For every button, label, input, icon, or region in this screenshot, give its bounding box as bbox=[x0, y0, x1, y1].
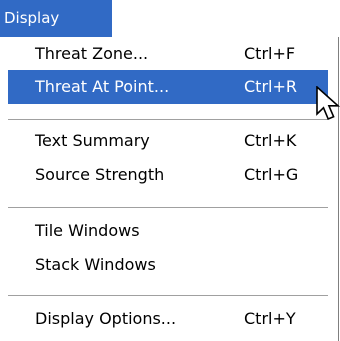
menu-item-shortcut: Ctrl+F bbox=[244, 44, 296, 63]
menu-item-display-options[interactable]: Display Options... Ctrl+Y bbox=[8, 302, 328, 336]
menu-separator bbox=[8, 207, 328, 209]
menu-item-stack-windows[interactable]: Stack Windows bbox=[8, 248, 328, 282]
menu-item-label: Stack Windows bbox=[35, 255, 156, 274]
menu-separator bbox=[8, 119, 328, 121]
menu-item-label: Threat Zone... bbox=[35, 44, 149, 63]
menu-display[interactable]: Display bbox=[0, 0, 112, 37]
menu-item-label: Tile Windows bbox=[35, 221, 140, 240]
menu-item-threat-at-point[interactable]: Threat At Point... Ctrl+R bbox=[8, 70, 328, 104]
menu-item-text-summary[interactable]: Text Summary Ctrl+K bbox=[8, 124, 328, 158]
menu-item-threat-zone[interactable]: Threat Zone... Ctrl+F bbox=[8, 37, 328, 71]
menu-item-shortcut: Ctrl+Y bbox=[244, 309, 296, 328]
menu-item-tile-windows[interactable]: Tile Windows bbox=[8, 214, 328, 248]
menu-item-label: Display Options... bbox=[35, 309, 177, 328]
menu-item-label: Source Strength bbox=[35, 165, 165, 184]
menu-item-shortcut: Ctrl+K bbox=[244, 131, 297, 150]
menu-item-shortcut: Ctrl+G bbox=[244, 165, 299, 184]
menu-item-source-strength[interactable]: Source Strength Ctrl+G bbox=[8, 158, 328, 192]
menu-item-shortcut: Ctrl+R bbox=[244, 77, 297, 96]
display-dropdown-menu: Threat Zone... Ctrl+F Threat At Point...… bbox=[0, 37, 339, 341]
menu-item-label: Text Summary bbox=[35, 131, 150, 150]
menu-item-label: Threat At Point... bbox=[35, 77, 170, 96]
menu-bar: Display bbox=[0, 0, 340, 37]
screen: Display Threat Zone... Ctrl+F Threat At … bbox=[0, 0, 340, 341]
menu-separator bbox=[8, 295, 328, 297]
